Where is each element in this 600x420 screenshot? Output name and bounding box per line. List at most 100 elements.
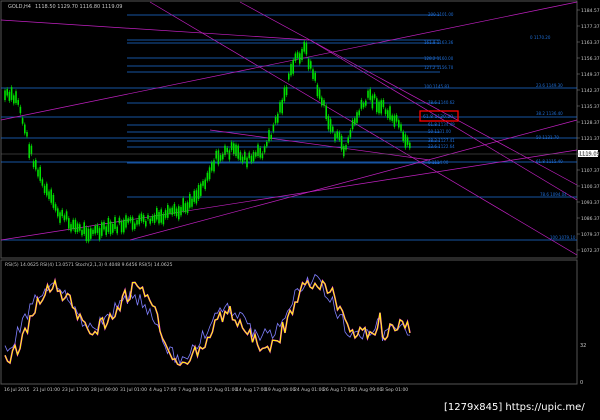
- candle-body: [241, 156, 244, 163]
- indicator-header: RSI(5) 14.0625 RSI(4) 13.0571 Stoch(2,1,…: [5, 262, 173, 268]
- candle-body: [43, 185, 46, 194]
- candle-body: [189, 193, 191, 208]
- time-axis-label: 23 Jul 17:00: [62, 387, 89, 393]
- candle-body: [409, 142, 411, 149]
- candle-body: [180, 207, 182, 216]
- candle-body: [274, 117, 277, 124]
- candle-body: [116, 226, 118, 234]
- candle-body: [65, 211, 68, 220]
- candle-body: [290, 64, 292, 76]
- candle-body: [10, 87, 13, 100]
- price-panel-frame: [0, 0, 578, 259]
- candle-body: [48, 191, 50, 199]
- candle-body: [6, 89, 8, 96]
- chart-title: GOLD,H4: [8, 4, 31, 10]
- candle-body: [107, 218, 110, 232]
- candle-body: [142, 215, 145, 223]
- candle-body: [50, 189, 52, 203]
- candle-body: [318, 89, 321, 99]
- candle-body: [24, 124, 26, 134]
- candle-body: [272, 124, 275, 132]
- candle-body: [178, 206, 180, 220]
- trading-chart-window: GOLD,H4 1118.50 1129.70 1116.80 1119.09 …: [0, 0, 600, 416]
- candle-body: [248, 152, 250, 159]
- candle-body: [112, 224, 114, 233]
- candle-body: [343, 146, 345, 157]
- candle-body: [312, 69, 314, 79]
- candle-body: [305, 43, 308, 55]
- time-axis: 16 Jul 2015 21 Jul 01:00 23 Jul 17:00 28 Ju…: [4, 387, 408, 393]
- candle-body: [200, 183, 202, 196]
- fib-level-label: 23.6 1149.30: [536, 83, 563, 88]
- candle-body: [35, 159, 37, 170]
- fib-level-label: 0 1114.00: [428, 160, 449, 165]
- candle-body: [138, 215, 140, 225]
- candle-body: [301, 48, 303, 61]
- candle-body: [26, 132, 28, 137]
- indicator-level-32: 32: [580, 343, 586, 349]
- fib-level-label: 127.2 1156.70: [424, 65, 454, 70]
- fib-level-label: 61.8 1134.49: [428, 122, 455, 127]
- candle-body: [206, 172, 209, 181]
- candle-body: [237, 145, 239, 159]
- candle-body: [354, 118, 356, 125]
- candle-body: [103, 221, 105, 230]
- candle-body: [171, 207, 173, 215]
- candle-body: [57, 208, 59, 217]
- candle-body: [336, 131, 338, 138]
- time-axis-label: 16 Jul 2015: [4, 387, 30, 393]
- price-axis-label: 1107.37: [581, 168, 600, 174]
- candle-body: [391, 115, 393, 121]
- fib-level-label: 200 1101.00: [428, 12, 454, 17]
- candle-body: [259, 147, 261, 158]
- candle-body: [70, 224, 72, 232]
- candle-body: [292, 60, 294, 74]
- candle-body: [120, 221, 123, 233]
- candle-body: [193, 190, 195, 202]
- candle-body: [54, 204, 57, 211]
- candle-body: [105, 226, 107, 235]
- candle-body: [371, 95, 374, 109]
- candle-body: [222, 153, 224, 160]
- candle-body: [213, 160, 215, 172]
- candle-body: [74, 219, 77, 233]
- candle-body: [398, 120, 400, 128]
- candle-body: [123, 219, 125, 233]
- fib-level-label: 23.6 1122.64: [428, 144, 455, 149]
- time-axis-label: 7 Aug 09:00: [178, 387, 206, 393]
- fib-level-label: 38.2 1136.40: [536, 111, 563, 116]
- candle-body: [406, 137, 409, 145]
- candle-body: [182, 198, 184, 212]
- candle-body: [68, 218, 70, 229]
- candle-body: [239, 152, 242, 161]
- price-axis-label: 1135.37: [581, 104, 600, 110]
- candle-body: [211, 162, 213, 171]
- fib-level-label: 38.2 1127.41: [428, 138, 455, 143]
- candle-body: [257, 144, 259, 156]
- candle-body: [347, 137, 349, 143]
- candle-body: [404, 134, 407, 148]
- price-axis-label: 1093.37: [581, 200, 600, 206]
- candle-body: [118, 217, 121, 224]
- candle-body: [134, 223, 136, 229]
- candle-body: [169, 208, 171, 214]
- candle-body: [369, 89, 371, 100]
- ohlc-readout: 1118.50 1129.70 1116.80 1119.09: [35, 4, 122, 10]
- candle-body: [81, 229, 83, 236]
- candle-body: [217, 150, 220, 165]
- candle-body: [167, 205, 169, 218]
- time-axis-label: 3 Sep 01:00: [381, 387, 408, 393]
- candle-body: [314, 72, 316, 81]
- candle-body: [153, 214, 156, 223]
- price-axis-label: 1121.37: [581, 136, 600, 142]
- candle-body: [252, 152, 255, 162]
- candle-body: [228, 150, 231, 160]
- candle-body: [147, 215, 149, 220]
- candle-body: [156, 207, 158, 220]
- candle-body: [30, 145, 33, 155]
- price-axis-label: 1177.37: [581, 24, 600, 30]
- fib-level-label: 0 1170.20: [530, 35, 551, 40]
- candle-body: [327, 116, 330, 130]
- candle-body: [125, 215, 127, 228]
- fib-level-label: 100 1079.10: [550, 235, 576, 240]
